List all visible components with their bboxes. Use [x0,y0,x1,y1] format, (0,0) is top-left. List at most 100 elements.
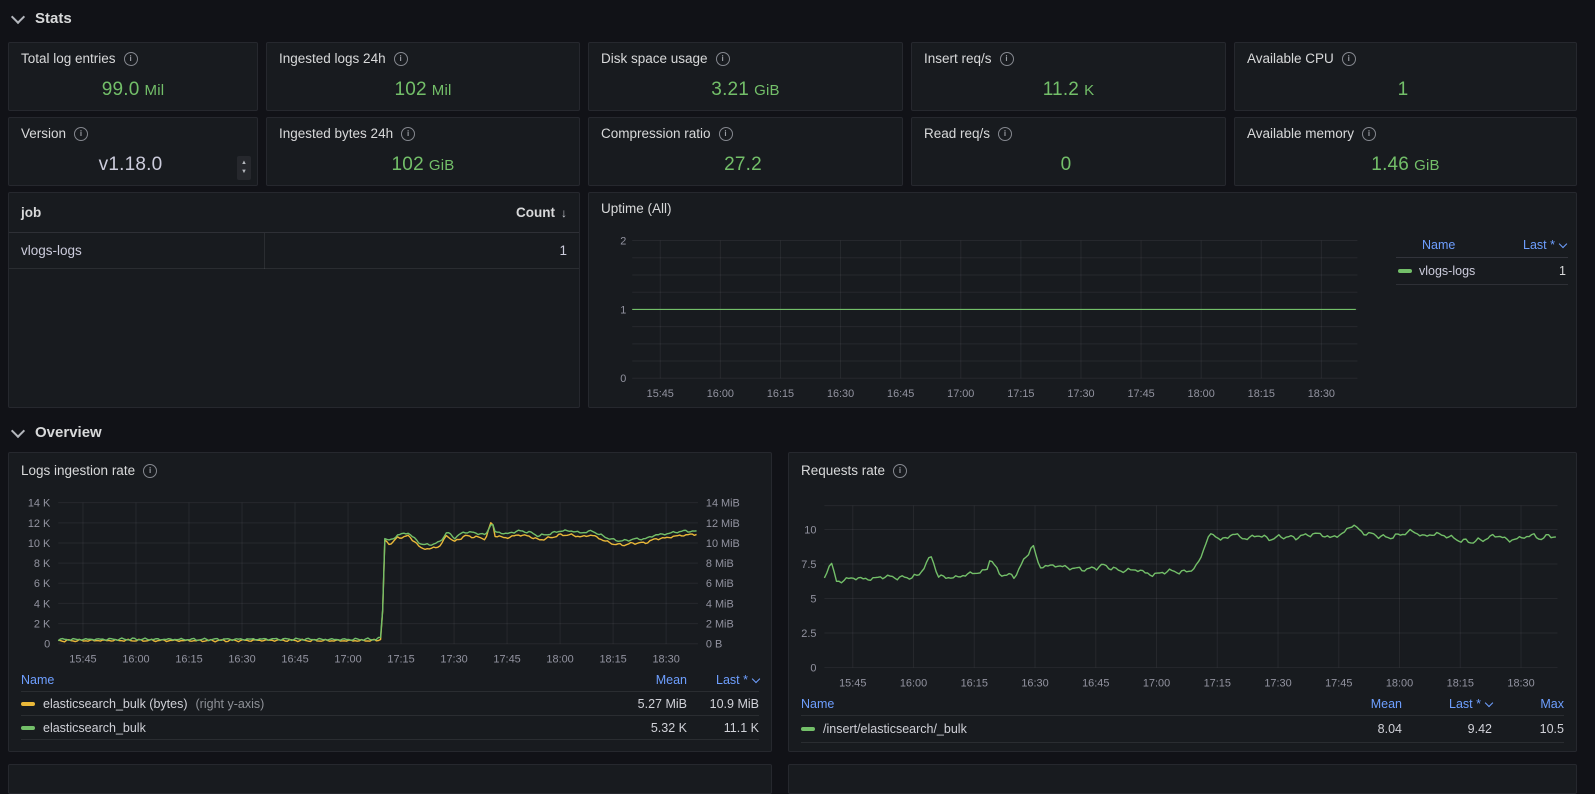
stat-value-number: v1.18.0 [98,154,163,175]
legend-header-name[interactable]: Name [21,673,597,687]
cell-count: 1 [559,243,567,258]
svg-text:0 B: 0 B [706,639,722,651]
info-icon[interactable]: i [393,51,408,66]
legend-item[interactable]: vlogs-logs 1 [1396,258,1568,285]
panel-title[interactable]: Ingested logs 24h i [279,51,408,66]
svg-text:18:00: 18:00 [1188,388,1215,400]
svg-text:6 MiB: 6 MiB [706,578,734,590]
stat-value-number: 3.21 [711,79,750,100]
info-icon[interactable]: i [999,51,1014,66]
stat-value-unit: Mil [144,82,165,99]
panel-title[interactable]: Disk space usage i [601,51,730,66]
stat-value-number: 102 [391,154,424,175]
panel-title-text: Total log entries [21,51,116,66]
svg-text:0: 0 [44,639,50,651]
stat-value: 102 GiB [267,154,579,176]
legend-header-name[interactable]: Name [1422,238,1455,252]
stat-panel-available-cpu: Available CPU i 1 [1234,42,1577,111]
section-header-overview[interactable]: Overview [10,423,102,441]
info-icon[interactable]: i [1362,126,1377,141]
svg-text:12 K: 12 K [28,518,51,530]
info-icon[interactable]: i [74,126,89,141]
section-title: Overview [35,424,102,441]
legend-last-value: 10.9 MiB [709,696,759,711]
info-icon[interactable]: i [401,126,416,141]
panel-title[interactable]: Available memory i [1247,126,1377,141]
legend-last-value: 9.42 [1467,722,1492,736]
value-stepper[interactable]: ▲ ▼ [237,156,251,180]
svg-text:16:15: 16:15 [961,677,988,689]
legend-series-suffix: (right y-axis) [195,696,265,711]
stat-value: 1.46 GiB [1235,154,1576,176]
chevron-down-icon [1558,239,1568,248]
legend-header-last-label: Last * [1523,238,1555,252]
stat-value-number: 27.2 [724,154,762,175]
legend-header-last[interactable]: Last * [1402,697,1494,711]
svg-text:16:15: 16:15 [767,388,794,400]
stat-panel-disk-space-usage: Disk space usage i 3.21 GiB [588,42,903,111]
info-icon[interactable]: i [715,51,730,66]
stat-panel-ingested-logs-24h: Ingested logs 24h i 102 Mil [266,42,580,111]
chevron-down-icon [10,9,26,25]
svg-text:16:00: 16:00 [900,677,927,689]
svg-text:17:15: 17:15 [1007,388,1034,400]
panel-title-text: Ingested logs 24h [279,51,386,66]
legend-header-last-label: Last * [716,673,748,687]
legend-item[interactable]: /insert/elasticsearch/_bulk 8.04 9.42 10… [801,716,1564,743]
legend-header-last[interactable]: Last * [687,673,761,687]
info-icon[interactable]: i [1341,51,1356,66]
svg-text:6 K: 6 K [34,578,51,590]
stat-value: v1.18.0 [9,154,257,176]
svg-text:18:30: 18:30 [1507,677,1534,689]
svg-text:17:00: 17:00 [1143,677,1170,689]
legend-header-last[interactable]: Last * [1523,238,1568,252]
svg-text:2 K: 2 K [34,619,51,631]
legend-series-name: elasticsearch_bulk [43,720,146,735]
uptime-chart[interactable]: 2 1 0 15:45 16:00 16:15 16:30 16:45 17:00 17:15 17… [589,193,1576,407]
legend-header-max[interactable]: Max [1492,697,1564,711]
stat-value: 3.21 GiB [589,79,902,101]
panel-title[interactable]: Version i [21,126,89,141]
svg-text:10: 10 [804,524,816,536]
panel-title[interactable]: Compression ratio i [601,126,733,141]
panel-title[interactable]: Available CPU i [1247,51,1356,66]
column-header-job[interactable]: job [21,205,41,220]
svg-text:16:30: 16:30 [1021,677,1048,689]
table-header: job Count ↓ [9,193,579,233]
svg-text:15:45: 15:45 [647,388,674,400]
legend-header-name[interactable]: Name [801,697,1312,711]
svg-text:4 K: 4 K [34,598,51,610]
legend-header-mean[interactable]: Mean [597,673,687,687]
stepper-down-icon[interactable]: ▼ [241,168,247,177]
svg-text:17:30: 17:30 [1264,677,1291,689]
panel-title[interactable]: Ingested bytes 24h i [279,126,416,141]
legend-item[interactable]: elasticsearch_bulk 5.32 K 11.1 K [21,716,759,740]
legend-header-mean[interactable]: Mean [1312,697,1402,711]
info-icon[interactable]: i [998,126,1013,141]
table-row: vlogs-logs 1 [9,233,579,269]
svg-text:18:15: 18:15 [599,654,626,666]
column-header-count[interactable]: Count ↓ [516,205,567,220]
stat-value-unit: Mil [431,82,452,99]
panel-title[interactable]: Insert req/s i [924,51,1014,66]
grafana-dashboard: { "sections": { "stats": "Stats", "overv… [0,0,1595,794]
panel-title[interactable]: Total log entries i [21,51,138,66]
section-header-stats[interactable]: Stats [10,9,72,27]
svg-text:18:00: 18:00 [546,654,573,666]
info-icon[interactable]: i [123,51,138,66]
svg-text:14 MiB: 14 MiB [706,498,740,510]
cell-job: vlogs-logs [21,243,82,258]
legend-item[interactable]: elasticsearch_bulk (bytes) (right y-axis… [21,692,759,716]
legend-series-name: vlogs-logs [1419,264,1476,278]
svg-text:17:15: 17:15 [387,654,414,666]
svg-text:7.5: 7.5 [801,559,816,571]
stat-value-number: 102 [394,79,427,100]
svg-text:18:15: 18:15 [1248,388,1275,400]
info-icon[interactable]: i [718,126,733,141]
stat-value-number: 1 [1397,79,1409,100]
panel-title[interactable]: Read req/s i [924,126,1013,141]
stepper-up-icon[interactable]: ▲ [241,159,247,168]
stat-panel-version: Version i v1.18.0 ▲ ▼ [8,117,258,186]
svg-text:17:00: 17:00 [334,654,361,666]
panel-title-text: Available CPU [1247,51,1334,66]
